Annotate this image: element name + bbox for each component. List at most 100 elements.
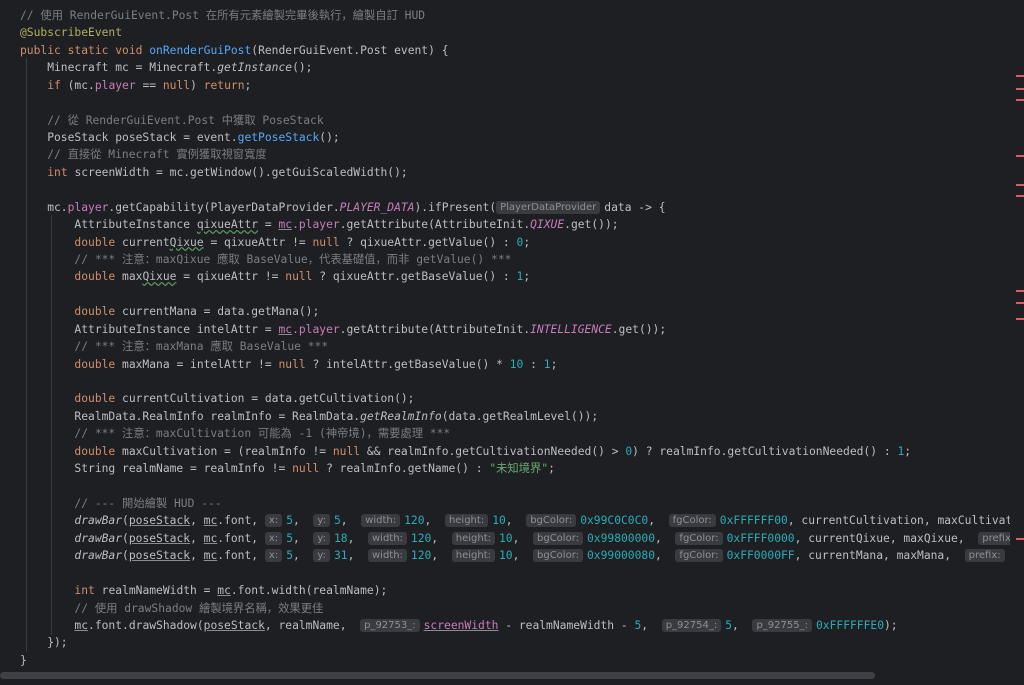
code-text: , [340,514,362,528]
error-stripe-marker[interactable] [1016,184,1024,186]
code-line[interactable]: // 使用 RenderGuiEvent.Post 在所有元素繪製完畢後執行，繪… [20,7,425,24]
code-text: == [135,78,163,92]
code-text: , currentQixue, maxQixue, [794,531,979,545]
variable-ref: poseStack [128,514,191,528]
code-line[interactable]: if (mc.player == null) return; [20,77,251,94]
number-literal: 0x99C0C0C0 [580,514,649,528]
code-line[interactable]: double maxMana = intelAttr != null ? int… [20,356,557,373]
inlay-hint: width: [361,514,401,528]
code-text: ; [548,462,555,476]
code-text: ; [523,270,531,284]
code-text: , [512,549,533,563]
inlay-hint: y: [313,549,330,563]
code-line[interactable]: double currentMana = data.getMana(); [20,303,319,320]
code-text: .getAttribute(AttributeInit. [339,322,531,336]
code-text: maxMana = intelAttr != [122,357,279,371]
code-line[interactable]: // *** 注意：maxCultivation 可能為 -1 (神帝境)，需要… [20,425,450,442]
code-line[interactable]: String realmName = realmInfo != null ? r… [20,460,555,477]
code-line[interactable]: // --- 開始繪製 HUD --- [20,495,221,512]
code-editor[interactable]: // 使用 RenderGuiEvent.Post 在所有元素繪製完畢後執行，繪… [0,0,1010,668]
error-stripe-marker[interactable] [1016,195,1024,197]
code-line[interactable]: // 使用 drawShadow 繪製境界名稱，效果更佳 [20,600,323,617]
code-line[interactable]: // *** 注意：maxQixue 應取 BaseValue，代表基礎值，而非… [20,251,511,268]
code-line[interactable]: int screenWidth = mc.getWindow().getGuiS… [20,164,408,181]
code-text: , [431,549,452,563]
code-line[interactable]: Minecraft mc = Minecraft.getInstance(); [20,59,312,76]
code-line[interactable]: } [20,652,27,668]
keyword: null [312,235,340,249]
inlay-hint: width: [367,531,407,545]
code-text: .get()); [611,322,667,336]
error-stripe-marker[interactable] [1016,99,1024,101]
code-line[interactable]: RealmData.RealmInfo realmInfo = RealmDat… [20,408,598,425]
code-text: .get()); [564,218,619,232]
code-text: ? intelAttr.getBaseValue() * [305,357,510,371]
number-literal: 120 [410,549,432,563]
identifier: Qixue [169,235,204,249]
keyword: double [74,392,123,406]
code-line[interactable]: double currentQixue = qixueAttr != null … [20,234,530,251]
code-line[interactable]: double maxCultivation = (realmInfo != nu… [20,443,911,460]
horizontal-scrollbar[interactable] [0,668,1024,685]
error-stripe-marker[interactable] [1016,538,1024,540]
vertical-scrollbar[interactable] [1010,0,1024,668]
field-ref: screenWidth [423,619,499,633]
error-stripe-marker[interactable] [1016,290,1024,292]
code-line[interactable]: // *** 注意：maxMana 應取 BaseValue *** [20,338,328,355]
code-line[interactable]: // 從 RenderGuiEvent.Post 中獲取 PoseStack [20,112,323,129]
number-literal: 0x99000080 [587,549,656,563]
code-text: , [424,514,445,528]
code-line[interactable]: AttributeInstance qixueAttr = mc.player.… [20,216,619,233]
method-name: getPoseStack [237,131,320,144]
error-stripe-marker[interactable] [1016,318,1024,320]
comment: // 直接從 Minecraft 實例獲取視窗寬度 [20,148,267,162]
inlay-hint: prefix: [978,531,1010,545]
code-text: (data.getRealmLevel()); [441,409,599,423]
code-line[interactable]: PoseStack poseStack = event.getPoseStack… [20,129,339,146]
keyword: double [74,235,123,249]
number-literal: 0x99800000 [587,531,656,545]
inlay-hint: p_92753_: [360,619,420,633]
keyword: int [47,165,75,179]
code-text: , [190,549,204,563]
code-line[interactable]: mc.player.getCapability(PlayerDataProvid… [20,199,666,216]
static-call: drawBar [74,531,123,545]
code-line[interactable]: int realmNameWidth = mc.font.width(realm… [20,582,387,599]
variable-ref: poseStack [128,549,191,563]
code-line[interactable]: double currentCultivation = data.getCult… [20,390,414,407]
code-line[interactable]: AttributeInstance intelAttr = mc.player.… [20,321,666,338]
identifier: qixueAttr [196,218,259,232]
error-stripe-marker[interactable] [1016,302,1024,304]
code-text: , [190,514,204,528]
code-line[interactable]: drawBar(poseStack, mc.font, x: 5, y: 18, w… [20,530,1010,547]
annotation: @SubscribeEvent [20,26,123,40]
code-line[interactable]: drawBar(poseStack, mc.font, x: 5, y: 31, w… [20,547,1010,564]
code-text: , [641,619,662,633]
code-text: screenWidth = mc.getWindow().getGuiScale… [74,165,408,179]
horizontal-scrollbar-thumb[interactable] [0,672,875,679]
error-stripe-marker[interactable] [1016,88,1024,90]
keyword: null [162,78,191,92]
code-line[interactable]: double maxQixue = qixueAttr != null ? qi… [20,268,530,285]
error-stripe-marker[interactable] [1016,75,1024,77]
error-stripe-marker[interactable] [1016,155,1024,157]
code-line[interactable]: }); [20,634,67,651]
code-text: ).ifPresent( [414,200,497,214]
code-line[interactable]: mc.font.drawShadow(poseStack, realmName,… [20,617,898,634]
keyword: null [278,357,306,371]
variable-ref: poseStack [128,531,191,545]
code-line[interactable]: // 直接從 Minecraft 實例獲取視窗寬度 [20,146,267,163]
number-literal: 18 [333,531,348,545]
code-text: : [523,357,544,371]
field-ref: .player [292,218,340,232]
code-line[interactable]: drawBar(poseStack, mc.font, x: 5, y: 5, wi… [20,512,1010,529]
code-line[interactable]: @SubscribeEvent [20,24,122,41]
code-line[interactable]: public static void onRenderGuiPost(Rende… [20,42,449,59]
code-text: , currentCultivation, maxCultivation, [787,514,1010,528]
number-literal: 10 [509,357,524,371]
